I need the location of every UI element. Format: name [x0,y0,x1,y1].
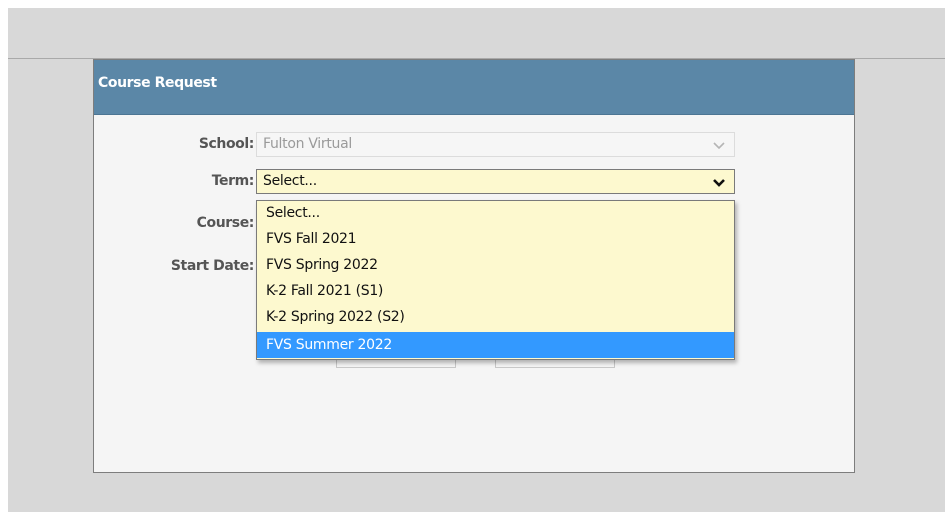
start-date-label: Start Date: [170,258,255,274]
term-dropdown-list: Select... FVS Fall 2021 FVS Spring 2022 … [256,200,735,360]
term-option[interactable]: Select... [257,202,734,224]
dialog-title: Course Request [98,75,217,91]
term-option-highlighted[interactable]: FVS Summer 2022 [257,332,734,358]
term-option[interactable]: FVS Fall 2021 [257,228,734,250]
chevron-down-icon [712,139,726,150]
dialog-header: Course Request [94,60,854,115]
term-select-value: Select... [263,173,317,189]
chevron-down-icon [712,176,726,187]
school-select-value: Fulton Virtual [263,136,352,152]
term-option[interactable]: K-2 Fall 2021 (S1) [257,280,734,302]
term-select[interactable]: Select... [256,169,735,194]
term-option[interactable]: K-2 Spring 2022 (S2) [257,306,734,328]
school-label: School: [198,136,255,152]
course-label: Course: [196,215,255,231]
hidden-button-left[interactable] [336,360,456,368]
term-label: Term: [211,173,255,189]
page: Course Request School: Fulton Virtual Te… [0,0,945,512]
term-option[interactable]: FVS Spring 2022 [257,254,734,276]
school-select[interactable]: Fulton Virtual [256,132,735,157]
hidden-button-right[interactable] [495,360,615,368]
course-request-dialog: Course Request School: Fulton Virtual Te… [93,59,855,473]
